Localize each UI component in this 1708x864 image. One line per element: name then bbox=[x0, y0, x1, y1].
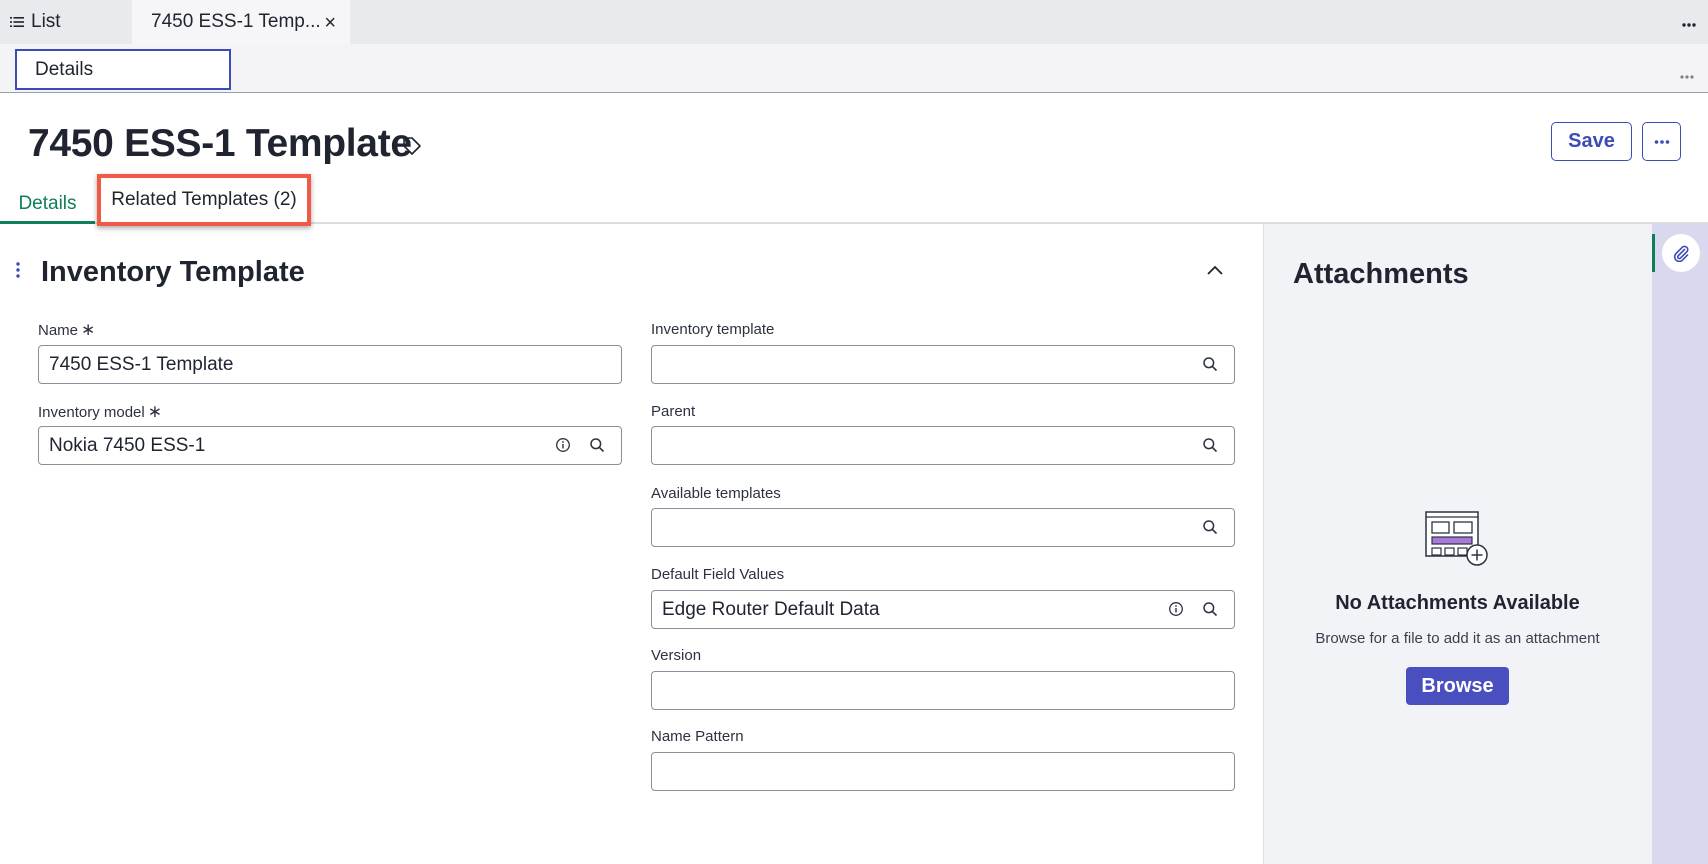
subbar-more-icon[interactable] bbox=[1680, 66, 1694, 84]
record-tab[interactable]: 7450 ESS-1 Temp... × bbox=[132, 0, 350, 44]
more-horizontal-icon bbox=[1654, 139, 1669, 144]
search-icon[interactable] bbox=[1202, 437, 1218, 459]
required-mark: ∗ bbox=[147, 402, 162, 421]
available-templates-field[interactable] bbox=[651, 508, 1235, 547]
search-icon[interactable] bbox=[1202, 356, 1218, 378]
inventory-model-label-text: Inventory model bbox=[38, 404, 145, 421]
tab-related-templates-label: Related Templates (2) bbox=[111, 189, 297, 210]
more-actions-button[interactable] bbox=[1642, 122, 1681, 161]
tab-details[interactable]: Details bbox=[0, 192, 95, 224]
search-icon[interactable] bbox=[1202, 601, 1218, 623]
no-attachments-title: No Attachments Available bbox=[1335, 592, 1580, 614]
save-button[interactable]: Save bbox=[1551, 122, 1632, 161]
default-field-values-value: Edge Router Default Data bbox=[662, 598, 880, 620]
name-field[interactable]: 7450 ESS-1 Template bbox=[38, 345, 622, 384]
name-value: 7450 ESS-1 Template bbox=[49, 353, 234, 375]
tab-related-templates[interactable]: Related Templates (2) bbox=[97, 174, 311, 226]
sub-tab-bar: Details bbox=[0, 44, 1708, 93]
section-title: Inventory Template bbox=[41, 256, 305, 288]
info-icon[interactable] bbox=[555, 437, 571, 459]
search-icon[interactable] bbox=[589, 437, 605, 459]
top-tab-bar: List 7450 ESS-1 Temp... × bbox=[0, 0, 1708, 44]
attachment-illustration-icon bbox=[1425, 510, 1489, 575]
required-mark: ∗ bbox=[81, 320, 96, 339]
info-icon[interactable] bbox=[1168, 601, 1184, 623]
name-label-text: Name bbox=[38, 322, 79, 339]
paperclip-icon[interactable] bbox=[1662, 234, 1700, 272]
version-label: Version bbox=[651, 647, 702, 664]
record-tab-label: 7450 ESS-1 Temp... bbox=[151, 11, 321, 32]
inventory-template-label: Inventory template bbox=[651, 321, 775, 338]
rail-active-indicator bbox=[1652, 234, 1655, 272]
browse-button[interactable]: Browse bbox=[1406, 667, 1509, 705]
close-icon[interactable]: × bbox=[324, 12, 336, 35]
chevron-up-icon[interactable] bbox=[1207, 262, 1223, 280]
name-pattern-label: Name Pattern bbox=[651, 728, 744, 745]
list-icon bbox=[10, 17, 24, 27]
default-field-values-field[interactable]: Edge Router Default Data bbox=[651, 590, 1235, 629]
parent-field[interactable] bbox=[651, 426, 1235, 465]
inventory-model-label: Inventory model ∗ bbox=[38, 402, 162, 422]
inventory-model-value: Nokia 7450 ESS-1 bbox=[49, 434, 206, 456]
list-tab-label: List bbox=[31, 11, 61, 32]
name-label: Name ∗ bbox=[38, 320, 95, 340]
attachments-title: Attachments bbox=[1293, 258, 1469, 290]
inventory-model-field[interactable]: Nokia 7450 ESS-1 bbox=[38, 426, 622, 465]
subbar-details-tab[interactable]: Details bbox=[15, 49, 231, 90]
name-pattern-field[interactable] bbox=[651, 752, 1235, 791]
top-more-icon[interactable] bbox=[1682, 14, 1696, 32]
default-field-values-label: Default Field Values bbox=[651, 566, 785, 583]
inventory-template-field[interactable] bbox=[651, 345, 1235, 384]
no-attachments-hint: Browse for a file to add it as an attach… bbox=[1315, 630, 1600, 647]
side-rail bbox=[1652, 224, 1708, 864]
parent-label: Parent bbox=[651, 403, 696, 420]
drag-dots-icon[interactable] bbox=[16, 262, 20, 283]
available-templates-label: Available templates bbox=[651, 485, 781, 502]
list-tab[interactable]: List bbox=[10, 11, 61, 33]
tag-icon[interactable] bbox=[402, 136, 422, 161]
page-title: 7450 ESS-1 Template bbox=[28, 122, 412, 165]
search-icon[interactable] bbox=[1202, 519, 1218, 541]
version-field[interactable] bbox=[651, 671, 1235, 710]
